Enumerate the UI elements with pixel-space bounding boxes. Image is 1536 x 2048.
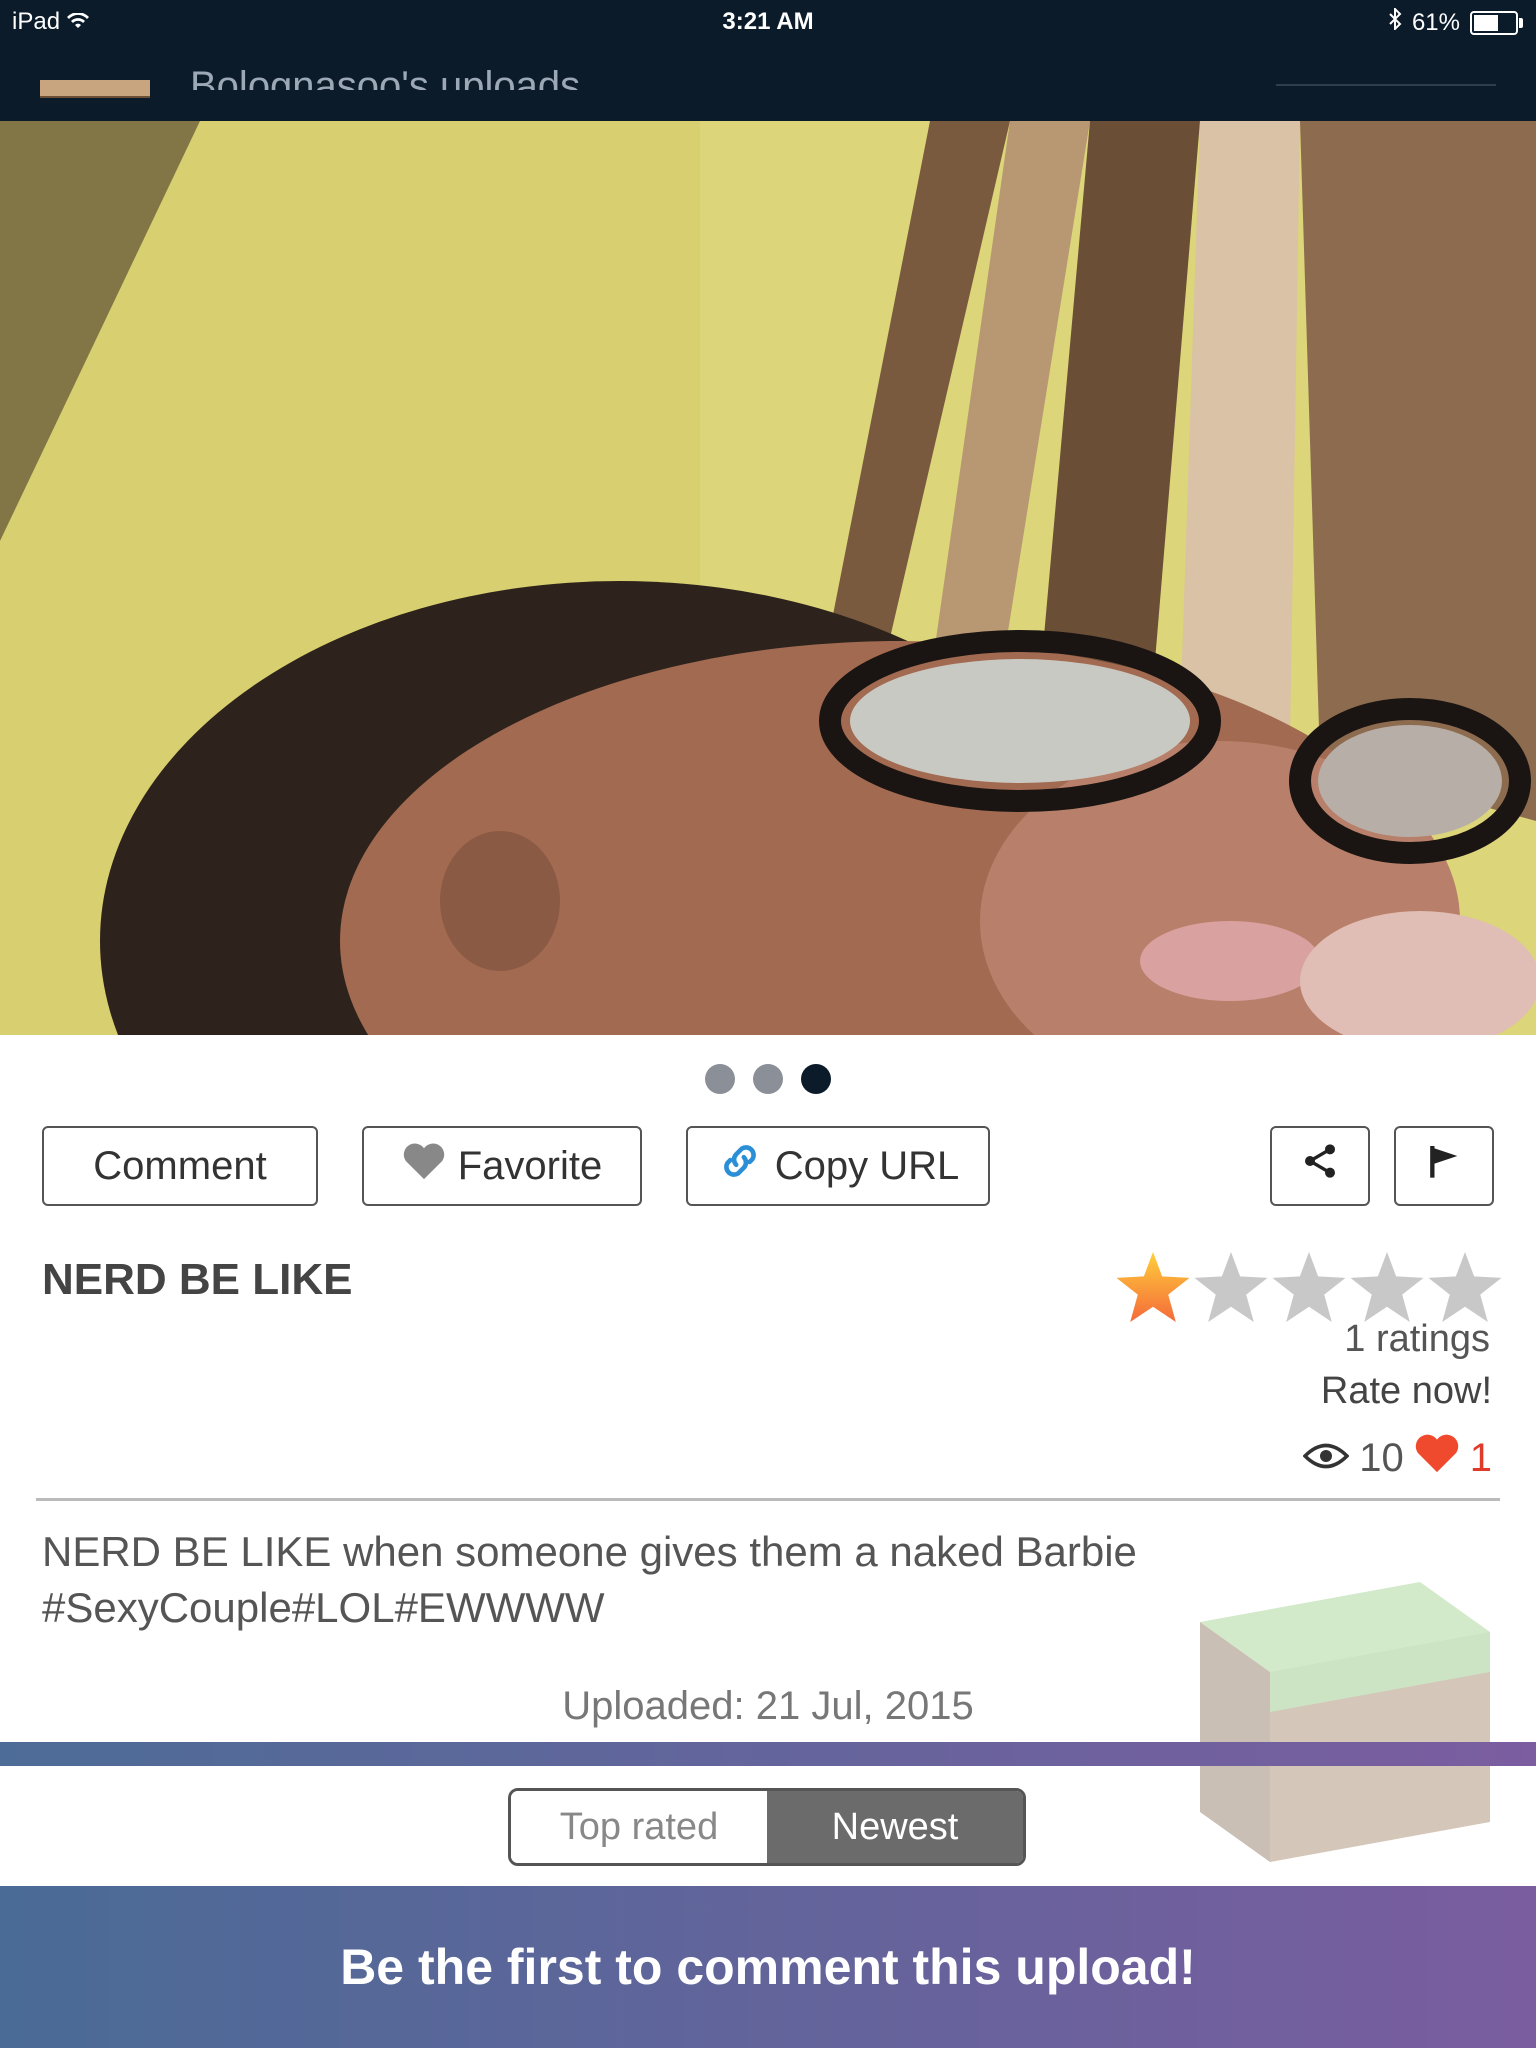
- star-icon-filled[interactable]: [1116, 1252, 1190, 1322]
- star-icon[interactable]: [1428, 1252, 1502, 1322]
- bluetooth-icon: [1388, 6, 1402, 37]
- views-count: 10: [1359, 1435, 1404, 1480]
- report-button[interactable]: [1394, 1126, 1494, 1206]
- tab-top-rated[interactable]: Top rated: [511, 1791, 767, 1863]
- battery-status: 61%: [1388, 6, 1523, 37]
- page-dot[interactable]: [753, 1064, 783, 1094]
- section-divider-band: [0, 1742, 1536, 1766]
- star-icon[interactable]: [1350, 1252, 1424, 1322]
- comment-prompt-banner[interactable]: Be the first to comment this upload!: [0, 1886, 1536, 2048]
- battery-icon: [1470, 10, 1523, 35]
- copy-url-label: Copy URL: [774, 1143, 960, 1188]
- heart-icon: [1414, 1432, 1460, 1484]
- upload-title: NERD BE LIKE: [42, 1255, 353, 1304]
- copy-url-button[interactable]: Copy URL: [686, 1126, 990, 1206]
- divider: [36, 1498, 1500, 1501]
- favorite-button-label: Favorite: [457, 1143, 603, 1188]
- star-icon[interactable]: [1194, 1252, 1268, 1322]
- nav-title: Bolognasoo's uploads: [190, 64, 581, 90]
- page-indicator[interactable]: [0, 1064, 1536, 1099]
- sort-segmented-control[interactable]: Top rated Newest: [508, 1788, 1026, 1866]
- page-dot[interactable]: [704, 1064, 735, 1094]
- star-icon[interactable]: [1272, 1252, 1346, 1322]
- favorite-button[interactable]: Favorite: [362, 1126, 642, 1206]
- battery-percent: 61%: [1411, 8, 1460, 36]
- heart-icon: [402, 1141, 446, 1191]
- share-button[interactable]: [1270, 1126, 1370, 1206]
- avatar[interactable]: [40, 80, 150, 98]
- upload-date: Uploaded: 21 Jul, 2015: [562, 1684, 974, 1728]
- link-icon: [717, 1138, 763, 1194]
- upload-description: NERD BE LIKE when someone gives them a n…: [42, 1528, 1137, 1631]
- eye-icon: [1302, 1436, 1350, 1481]
- upload-photo[interactable]: [0, 121, 1536, 1035]
- rate-now-link[interactable]: Rate now!: [1321, 1370, 1492, 1413]
- top-bar: iPad 3:21 AM 61% Bolognasoo's uploads: [0, 0, 1536, 121]
- comment-prompt-text: Be the first to comment this upload!: [340, 1939, 1196, 1995]
- comment-button-label: Comment: [93, 1143, 267, 1188]
- likes-count: 1: [1469, 1435, 1492, 1480]
- flag-icon: [1424, 1141, 1464, 1191]
- comment-button[interactable]: Comment: [42, 1126, 318, 1206]
- upload-stats: 10 1: [1302, 1432, 1492, 1484]
- page-dot-active[interactable]: [801, 1064, 832, 1094]
- clock: 3:21 AM: [722, 8, 814, 35]
- share-icon: [1300, 1141, 1340, 1191]
- status-bar: iPad 3:21 AM 61%: [0, 0, 1536, 44]
- ratings-count: 1 ratings: [1344, 1318, 1490, 1360]
- star-rating[interactable]: [1116, 1252, 1502, 1322]
- tab-newest[interactable]: Newest: [767, 1791, 1023, 1863]
- nav-right-control[interactable]: [1276, 84, 1496, 86]
